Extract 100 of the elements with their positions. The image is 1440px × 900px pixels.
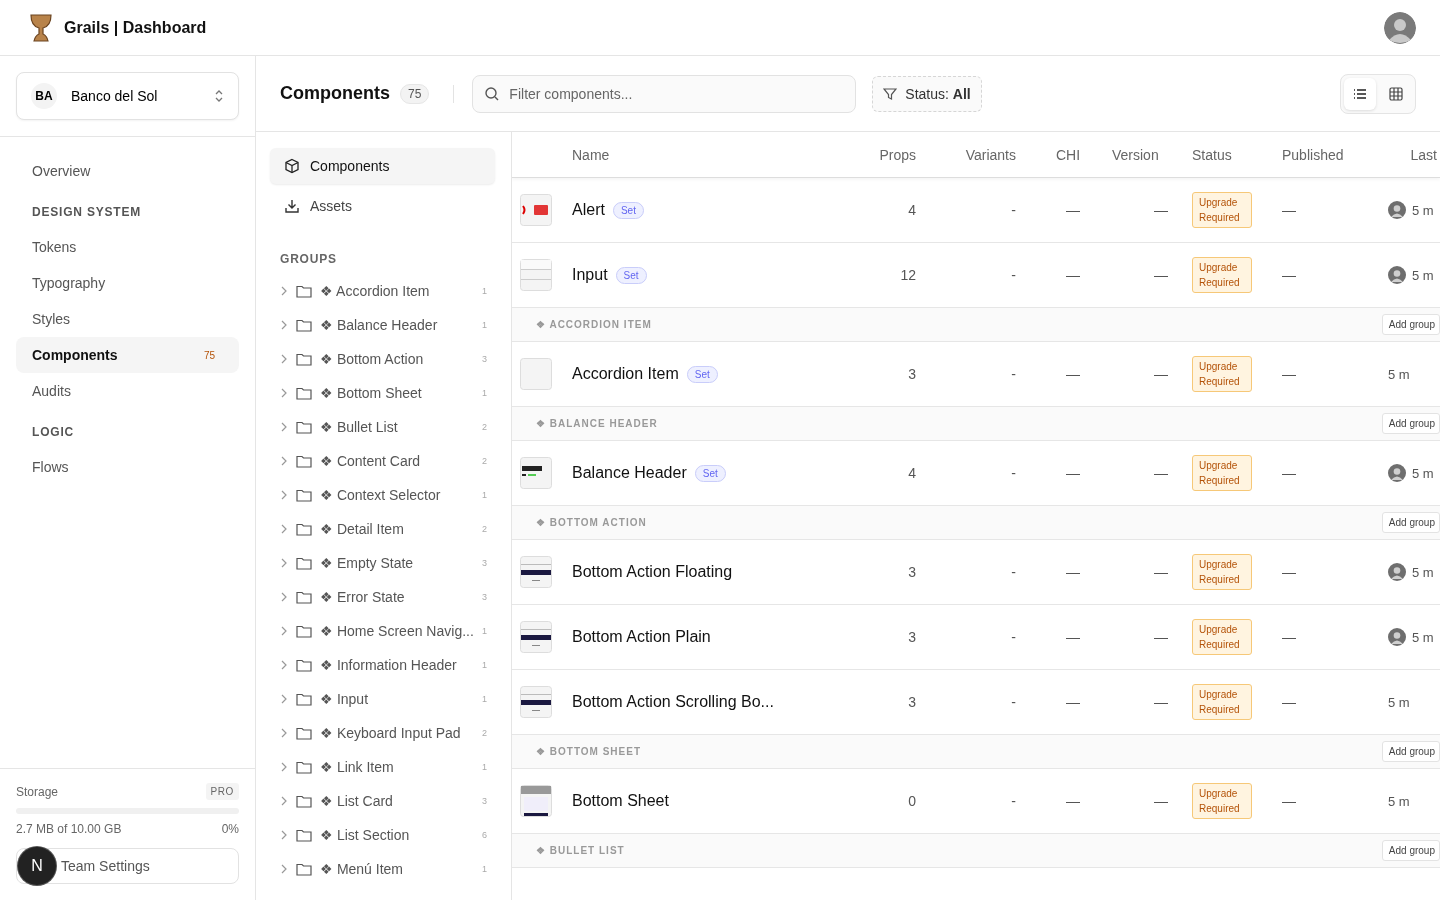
version-value: —	[1153, 694, 1169, 710]
chevron-right-icon[interactable]	[280, 286, 288, 296]
chevron-right-icon[interactable]	[280, 354, 288, 364]
published-value: —	[1281, 267, 1297, 283]
add-group-button[interactable]: Add group	[1381, 512, 1440, 533]
chevron-right-icon[interactable]	[280, 660, 288, 670]
group-name: ❖ Information Header	[320, 657, 458, 673]
group-name: ❖ List Card	[320, 793, 394, 809]
workspace-selector[interactable]: BA Banco del Sol	[16, 72, 239, 120]
props-count: 3	[907, 366, 917, 382]
version-value: —	[1153, 202, 1169, 218]
chevron-right-icon[interactable]	[280, 490, 288, 500]
group-name: ❖ Menú Item	[320, 861, 405, 877]
group-name: ❖ Bottom Sheet	[320, 385, 423, 401]
group-name: ❖ Accordion Item	[320, 283, 431, 299]
chevron-right-icon[interactable]	[280, 762, 288, 772]
components-tab[interactable]: Components	[270, 148, 495, 184]
variants-value: -	[1010, 629, 1017, 645]
chevron-right-icon[interactable]	[280, 592, 288, 602]
chi-value: —	[1065, 202, 1081, 218]
component-name[interactable]: Bottom Action Floating	[572, 563, 733, 581]
add-group-button[interactable]: Add group	[1381, 413, 1440, 434]
version-value: —	[1153, 366, 1169, 382]
last-updated: 5 m	[1412, 564, 1434, 580]
set-badge: Set	[612, 201, 644, 219]
folder-icon	[296, 828, 312, 842]
chevron-right-icon[interactable]	[280, 422, 288, 432]
nav-item[interactable]: Typography	[16, 265, 239, 301]
nav-item[interactable]: Flows	[16, 449, 239, 485]
component-name[interactable]: Accordion Item	[572, 365, 679, 383]
group-label: ❖ BOTTOM SHEET	[536, 746, 643, 757]
nav-section-heading: LOGIC	[31, 424, 75, 441]
nav-item[interactable]: Styles	[16, 301, 239, 337]
nav-item[interactable]: Overview	[16, 153, 239, 189]
group-count: 2	[482, 456, 487, 466]
group-count: 1	[482, 320, 487, 330]
column-header: Variants	[964, 146, 1017, 163]
group-name: ❖ Error State	[320, 589, 406, 605]
group-name: ❖ Home Screen Navig...	[320, 623, 474, 639]
group-name: ❖ Bullet List	[320, 419, 399, 435]
chevron-right-icon[interactable]	[280, 694, 288, 704]
folder-icon	[296, 726, 312, 740]
assets-tab[interactable]: Assets	[270, 188, 495, 224]
group-label: ❖ BALANCE HEADER	[536, 418, 659, 429]
chevron-right-icon[interactable]	[280, 388, 288, 398]
chevron-right-icon[interactable]	[280, 456, 288, 466]
status-badge: Upgrade Required	[1192, 783, 1252, 819]
published-value: —	[1281, 202, 1297, 218]
folder-icon	[296, 590, 312, 604]
props-count: 0	[907, 793, 917, 809]
add-group-button[interactable]: Add group	[1381, 741, 1440, 762]
group-label: ❖ BULLET LIST	[536, 845, 626, 856]
column-header: Last	[1409, 146, 1438, 163]
chevron-right-icon[interactable]	[280, 830, 288, 840]
list-view-button[interactable]	[1344, 77, 1376, 110]
status-badge: Upgrade Required	[1192, 455, 1252, 491]
component-name[interactable]: Alert	[572, 201, 605, 219]
status-badge: Upgrade Required	[1192, 684, 1252, 720]
user-avatar	[1388, 266, 1406, 284]
folder-icon	[296, 352, 312, 366]
status-filter-button[interactable]: Status: All	[872, 75, 982, 112]
nav-item[interactable]: Audits	[16, 373, 239, 409]
published-value: —	[1281, 465, 1297, 481]
group-name: ❖ Balance Header	[320, 317, 439, 333]
component-name[interactable]: Bottom Action Plain	[572, 628, 711, 646]
chevron-right-icon[interactable]	[280, 728, 288, 738]
component-name[interactable]: Input	[572, 266, 608, 284]
count-badge: 75	[400, 83, 430, 104]
group-count: 2	[482, 728, 487, 738]
chevron-right-icon[interactable]	[280, 796, 288, 806]
cube-icon	[284, 158, 300, 174]
chevron-right-icon[interactable]	[280, 864, 288, 874]
chi-value: —	[1065, 465, 1081, 481]
group-count: 3	[482, 592, 487, 602]
nav-item[interactable]: Tokens	[16, 229, 239, 265]
variants-value: -	[1010, 267, 1017, 283]
component-name[interactable]: Bottom Sheet	[572, 792, 669, 810]
chevron-right-icon[interactable]	[280, 626, 288, 636]
folder-icon	[296, 760, 312, 774]
search-field[interactable]: Filter components...	[472, 74, 857, 113]
chevron-right-icon[interactable]	[280, 524, 288, 534]
dev-indicator[interactable]: N	[18, 847, 56, 885]
add-group-button[interactable]: Add group	[1381, 314, 1440, 335]
component-name[interactable]: Bottom Action Scrolling Bo...	[572, 693, 774, 711]
plan-badge: PRO	[205, 783, 239, 800]
add-group-button[interactable]: Add group	[1381, 840, 1440, 861]
nav-item[interactable]: Components 75	[16, 337, 239, 373]
group-count: 1	[482, 694, 487, 704]
chevron-right-icon[interactable]	[280, 320, 288, 330]
published-value: —	[1281, 694, 1297, 710]
variants-value: -	[1010, 366, 1017, 382]
version-value: —	[1153, 629, 1169, 645]
chalice-logo-icon	[30, 12, 52, 43]
user-avatar[interactable]	[1384, 11, 1416, 44]
grid-icon	[1388, 85, 1404, 102]
props-count: 4	[907, 465, 917, 481]
status-badge: Upgrade Required	[1192, 192, 1252, 228]
component-name[interactable]: Balance Header	[572, 464, 687, 482]
group-count: 3	[482, 354, 487, 364]
chevron-right-icon[interactable]	[280, 558, 288, 568]
